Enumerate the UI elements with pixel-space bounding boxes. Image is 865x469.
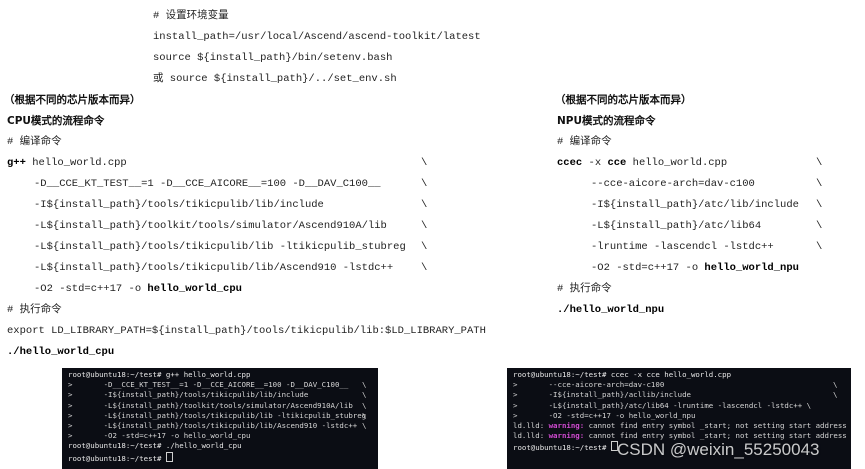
npu-arg-output: -O2 -std=c++17 -o hello_world_npu <box>591 262 799 274</box>
terminal-line: root@ubuntu18:~/test# g++ hello_world.cp… <box>68 370 251 379</box>
line-continuation: \ <box>421 220 428 232</box>
cpu-output-name: hello_world_cpu <box>147 283 242 295</box>
line-continuation: \ <box>816 199 823 211</box>
cpu-run-command: ./hello_world_cpu <box>7 346 115 358</box>
terminal-line: root@ubuntu18:~/test# ccec -x cce hello_… <box>513 370 732 379</box>
line-continuation: \ <box>421 241 428 253</box>
terminal-line: > -I${install_path}/acllib/include \ <box>513 390 838 400</box>
line-continuation: \ <box>421 178 428 190</box>
cce-keyword: cce <box>607 157 627 169</box>
terminal-line: > -O2 -std=c++17 -o hello_world_cpu <box>68 431 251 441</box>
terminal-line: > -L${install_path}/atc/lib64 -lruntime … <box>513 400 812 410</box>
npu-run-command: ./hello_world_npu <box>557 304 665 316</box>
line-continuation: \ <box>816 178 823 190</box>
npu-output-name: hello_world_npu <box>704 262 799 274</box>
cpu-terminal: root@ubuntu18:~/test# g++ hello_world.cp… <box>62 368 378 469</box>
cpu-compile-command: g++ hello_world.cpp <box>7 157 127 169</box>
npu-arg-runtime: -lruntime -lascendcl -lstdc++ <box>591 241 774 253</box>
npu-run-comment: # 执行命令 <box>557 283 612 295</box>
cpu-arg-ascend910: -L${install_path}/tools/tikicpulib/lib/A… <box>34 262 394 274</box>
terminal-warning: ld.lld: warning: cannot find entry symbo… <box>513 420 847 430</box>
npu-compile-comment: # 编译命令 <box>557 136 612 148</box>
line-continuation: \ <box>816 157 823 169</box>
cpu-title: CPU模式的流程命令 <box>7 115 105 127</box>
terminal-line: > -O2 -std=c++17 -o hello_world_npu <box>513 410 696 420</box>
line-continuation: \ <box>816 241 823 253</box>
npu-arg-arch: --cce-aicore-arch=dav-c100 <box>591 178 755 190</box>
cursor-icon <box>165 451 173 462</box>
cpu-arg-stubreg: -L${install_path}/tools/tikicpulib/lib -… <box>34 241 406 253</box>
cpu-compile-comment: # 编译命令 <box>7 136 62 148</box>
terminal-line: > --cce-aicore-arch=dav-c100 \ <box>513 380 838 390</box>
terminal-line: > -L${install_path}/tools/tikicpulib/lib… <box>68 420 367 430</box>
env-install-path: install_path=/usr/local/Ascend/ascend-to… <box>153 31 481 43</box>
npu-note: （根据不同的芯片版本而异） <box>555 94 692 106</box>
cpu-note: （根据不同的芯片版本而异） <box>4 94 141 106</box>
line-continuation: \ <box>421 199 428 211</box>
cpu-arg-defines: -D__CCE_KT_TEST__=1 -D__CCE_AICORE__=100… <box>34 178 381 190</box>
watermark: CSDN @weixin_55250043 <box>617 440 820 459</box>
terminal-line: > -L${install_path}/tools/tikicpulib/lib… <box>68 410 367 420</box>
line-continuation: \ <box>421 157 428 169</box>
env-source-set-env: 或 source ${install_path}/../set_env.sh <box>153 73 397 85</box>
ccec-keyword: ccec <box>557 157 583 169</box>
env-comment: # 设置环境变量 <box>153 10 229 22</box>
cpu-run-comment: # 执行命令 <box>7 304 62 316</box>
cpu-arg-include: -I${install_path}/tools/tikicpulib/lib/i… <box>34 199 324 211</box>
npu-title: NPU模式的流程命令 <box>557 115 656 127</box>
npu-arg-include: -I${install_path}/atc/lib/include <box>591 199 799 211</box>
gpp-keyword: g++ <box>7 157 26 169</box>
npu-compile-command: ccec -x cce hello_world.cpp <box>557 157 728 169</box>
terminal-line: > -L${install_path}/toolkit/tools/simula… <box>68 400 367 410</box>
line-continuation: \ <box>421 262 428 274</box>
cpu-arg-simulator-lib: -L${install_path}/toolkit/tools/simulato… <box>34 220 387 232</box>
cpu-arg-output: -O2 -std=c++17 -o hello_world_cpu <box>34 283 242 295</box>
terminal-line: root@ubuntu18:~/test# ./hello_world_cpu <box>68 441 242 451</box>
cpu-export-line: export LD_LIBRARY_PATH=${install_path}/t… <box>7 325 486 337</box>
npu-arg-lib64: -L${install_path}/atc/lib64 <box>591 220 762 232</box>
terminal-line: > -D__CCE_KT_TEST__=1 -D__CCE_AICORE__=1… <box>68 380 367 390</box>
env-source-setenv: source ${install_path}/bin/setenv.bash <box>153 52 393 64</box>
line-continuation: \ <box>816 220 823 232</box>
terminal-line: > -I${install_path}/tools/tikicpulib/lib… <box>68 390 367 400</box>
terminal-prompt[interactable]: root@ubuntu18:~/test# <box>62 451 378 463</box>
